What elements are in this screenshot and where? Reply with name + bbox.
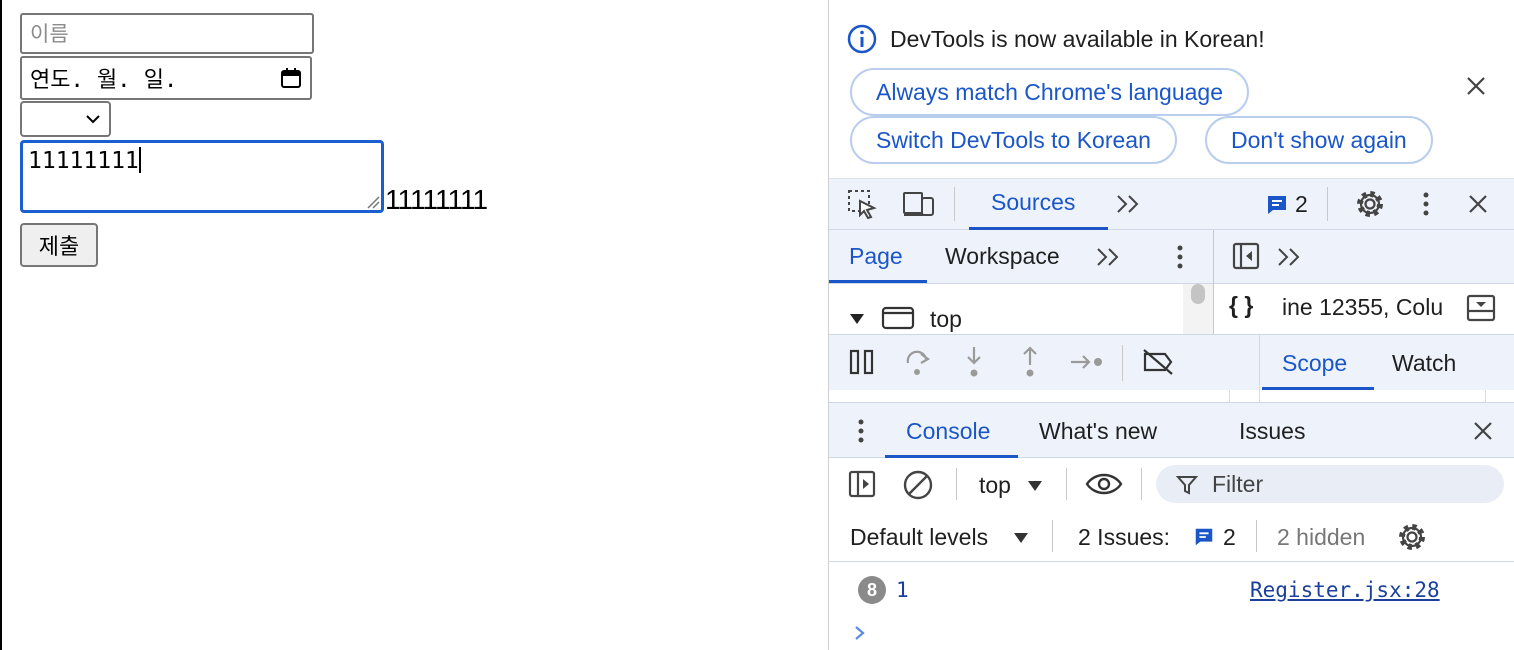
console-prompt-icon[interactable] (853, 624, 867, 642)
tab-console[interactable]: Console (906, 418, 990, 445)
source-link[interactable]: Register.jsx:28 (1250, 578, 1440, 602)
info-icon (847, 24, 877, 54)
close-drawer-icon[interactable] (1472, 420, 1494, 442)
toggle-debugger-sidebar-icon[interactable] (1466, 294, 1496, 322)
tab-page[interactable]: Page (849, 243, 903, 270)
dropdown-arrow-icon (1028, 481, 1042, 491)
switch-to-korean-button[interactable]: Switch DevTools to Korean (850, 116, 1177, 164)
clear-console-icon[interactable] (902, 469, 934, 501)
tab-watch[interactable]: Watch (1392, 350, 1456, 377)
more-tabs-icon[interactable] (1095, 246, 1123, 268)
step-out-icon[interactable] (1017, 345, 1043, 379)
console-settings-gear-icon[interactable] (1395, 520, 1429, 554)
pretty-print-icon[interactable]: { } (1229, 292, 1253, 319)
issue-message-icon[interactable] (1193, 526, 1215, 548)
close-devtools-icon[interactable] (1467, 193, 1489, 215)
tab-workspace[interactable]: Workspace (945, 243, 1060, 270)
message-count: 2 (1295, 191, 1308, 217)
text-caret (138, 147, 141, 173)
calendar-icon[interactable] (280, 67, 302, 89)
page-viewport: 연도. 월. 일. 11111111 11111111 제출 (0, 0, 828, 650)
context-selector[interactable]: top (979, 472, 1011, 499)
step-into-icon[interactable] (961, 345, 987, 379)
toggle-navigator-icon[interactable] (1232, 242, 1260, 270)
inspect-element-icon[interactable] (847, 189, 877, 219)
dont-show-again-button[interactable]: Don't show again (1205, 116, 1433, 164)
more-options-icon[interactable] (1419, 191, 1433, 217)
debugger-panes-strip (829, 390, 1514, 402)
issues-count: 2 (1223, 524, 1236, 550)
tab-issues[interactable]: Issues (1239, 418, 1305, 445)
console-messages: 8 1 Register.jsx:28 (829, 562, 1514, 650)
editor-toolbar (1214, 230, 1514, 284)
console-message-row: 8 1 Register.jsx:28 (829, 562, 1514, 614)
scrollbar-track[interactable] (1183, 284, 1213, 334)
main-toolbar: Sources 2 (829, 178, 1514, 230)
select-dropdown[interactable] (20, 101, 111, 137)
drawer-menu-icon[interactable] (855, 418, 867, 444)
text-area-value: 11111111 (28, 148, 139, 174)
log-value: 1 (896, 578, 909, 602)
live-expression-eye-icon[interactable] (1085, 471, 1123, 497)
sources-navigator-toolbar: Page Workspace (829, 230, 1213, 284)
text-area[interactable]: 11111111 (20, 140, 384, 213)
file-tree: top (829, 284, 1213, 334)
device-toggle-icon[interactable] (902, 189, 936, 219)
date-input[interactable]: 연도. 월. 일. (20, 56, 312, 100)
filter-icon (1176, 476, 1198, 495)
console-toolbar: top Filter (829, 458, 1514, 510)
tab-whats-new[interactable]: What's new (1039, 418, 1157, 445)
filter-placeholder: Filter (1212, 471, 1264, 497)
more-options-icon[interactable] (1173, 244, 1187, 270)
frame-icon (881, 306, 915, 330)
step-over-icon[interactable] (903, 347, 933, 377)
filter-input[interactable]: Filter (1156, 465, 1504, 503)
step-icon[interactable] (1069, 349, 1105, 375)
submit-button[interactable]: 제출 (20, 223, 98, 267)
banner-message: DevTools is now available in Korean! (890, 26, 1265, 52)
message-icon[interactable] (1265, 193, 1289, 217)
expand-arrow-icon[interactable] (849, 312, 865, 326)
gear-icon[interactable] (1353, 187, 1387, 221)
debugger-toolbar: Scope Watch (829, 334, 1514, 391)
always-match-language-button[interactable]: Always match Chrome's language (850, 68, 1249, 116)
dropdown-arrow-icon (1014, 533, 1028, 543)
log-levels-selector[interactable]: Default levels (850, 524, 988, 551)
name-input[interactable] (20, 13, 314, 54)
tree-item-top[interactable]: top (930, 306, 962, 333)
repeat-count-badge: 8 (858, 576, 886, 604)
console-sidebar-icon[interactable] (848, 470, 876, 498)
language-banner: DevTools is now available in Korean! Alw… (829, 0, 1514, 178)
more-tabs-icon[interactable] (1115, 193, 1143, 215)
issues-label[interactable]: 2 Issues: (1078, 524, 1170, 551)
hidden-messages-count: 2 hidden (1277, 524, 1366, 550)
date-input-text: 연도. 월. 일. (30, 68, 178, 93)
more-tabs-icon[interactable] (1276, 246, 1304, 268)
devtools-panel: DevTools is now available in Korean! Alw… (828, 0, 1514, 650)
close-icon[interactable] (1465, 75, 1487, 97)
pause-icon[interactable] (849, 349, 875, 375)
tab-sources[interactable]: Sources (991, 189, 1075, 216)
drawer-tabbar: Console What's new Issues (829, 402, 1514, 458)
echo-text: 11111111 (385, 184, 488, 215)
editor-status-bar: { } ine 12355, Colu (1214, 284, 1514, 334)
tab-scope[interactable]: Scope (1282, 350, 1347, 377)
repeat-count: 8 (866, 579, 877, 600)
console-levels-toolbar: Default levels 2 Issues: 2 2 hidden (829, 510, 1514, 562)
chevron-down-icon (86, 115, 100, 124)
deactivate-breakpoints-icon[interactable] (1141, 347, 1175, 377)
resize-grip-icon[interactable] (366, 195, 380, 209)
cursor-location: ine 12355, Colu (1282, 294, 1444, 320)
